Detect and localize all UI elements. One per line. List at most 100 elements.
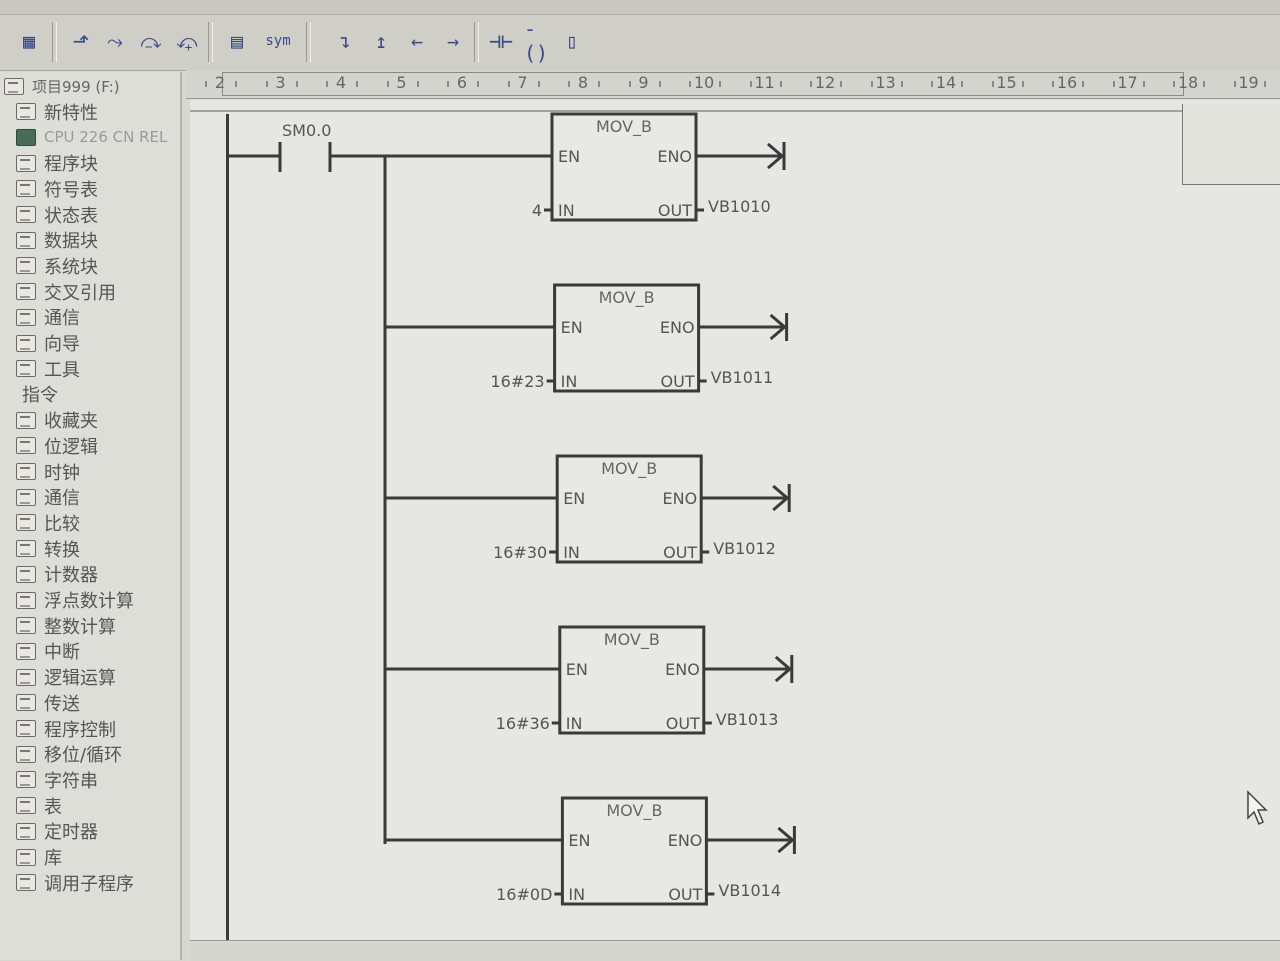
folder-icon	[16, 797, 36, 815]
tree-item[interactable]: 移位/循环	[16, 742, 122, 766]
tree-item[interactable]: 数据块	[16, 228, 98, 252]
tree-item[interactable]: 时钟	[16, 460, 80, 484]
tree-item[interactable]: 传送	[16, 691, 80, 715]
tree-item-label: 项目999 (F:)	[32, 77, 120, 96]
ladder-diagram[interactable]: SM0.0 MOV_B EN ENO IN OUT 4 VB1010 MOV_B EN ENO IN O…	[190, 100, 1280, 940]
ruler-tick	[1052, 81, 1054, 87]
in-value: 4	[532, 201, 542, 220]
line-right-icon[interactable]: →	[438, 24, 468, 58]
ruler-tick	[447, 81, 449, 87]
ruler-tick	[1233, 81, 1236, 87]
arrow-up-icon[interactable]: ⬏	[66, 24, 96, 58]
tree-item[interactable]: CPU 226 CN REL	[16, 125, 167, 149]
step-icon[interactable]: ⤳	[100, 24, 130, 58]
tree-item[interactable]: 调用子程序	[16, 871, 134, 895]
tree-item[interactable]: 浮点数计算	[16, 588, 134, 612]
tree-item[interactable]: 收藏夹	[16, 408, 98, 432]
tree-item[interactable]: 通信	[16, 305, 80, 329]
ruler-tick	[900, 81, 903, 87]
folder-icon	[16, 103, 36, 121]
tree-item[interactable]: 工具	[16, 357, 80, 381]
tree-item[interactable]: 程序控制	[16, 717, 116, 741]
tree-item[interactable]: 计数器	[16, 562, 98, 586]
ruler-tick	[749, 81, 752, 87]
folder-icon	[16, 308, 36, 326]
ruler-tick	[295, 81, 298, 87]
tree-item[interactable]: 项目999 (F:)	[4, 74, 120, 98]
tree-item-label: 调用子程序	[44, 873, 134, 895]
ruler-tick	[356, 81, 358, 87]
tree-item[interactable]: 位逻辑	[16, 434, 98, 458]
ruler-label: 4	[335, 73, 347, 92]
en-pin-label: EN	[566, 660, 588, 679]
tree-item[interactable]: 表	[16, 794, 62, 818]
tree-item-label: 转换	[44, 539, 80, 561]
step-over-icon[interactable]: ⤼	[136, 24, 166, 58]
tree-item[interactable]: 库	[16, 845, 62, 869]
contact-icon[interactable]: ⊣⊢	[484, 24, 518, 58]
out-value: VB1013	[716, 710, 779, 729]
tree-item[interactable]: 逻辑运算	[16, 665, 116, 689]
tree-item[interactable]: 整数计算	[16, 614, 116, 638]
line-up-icon[interactable]: ↥	[366, 24, 396, 58]
folder-icon	[16, 668, 36, 686]
tree-item[interactable]: 定时器	[16, 819, 98, 843]
ruler-label: 18	[1177, 73, 1199, 92]
folder-icon	[16, 771, 36, 789]
tree-item[interactable]: 通信	[16, 485, 80, 509]
network-icon[interactable]: ▤	[220, 24, 254, 58]
box-icon[interactable]: ▯	[560, 24, 584, 58]
ruler-tick	[598, 81, 600, 87]
ruler-label: 7	[517, 73, 528, 92]
tree-item-label: 交叉引用	[44, 282, 116, 304]
block-title: MOV_B	[606, 801, 662, 821]
ruler-tick	[1263, 81, 1266, 87]
eno-pin-label: ENO	[660, 318, 695, 337]
tree-item[interactable]: 交叉引用	[16, 280, 116, 304]
toolbar-separator	[306, 22, 311, 62]
folder-icon	[16, 514, 36, 532]
folder-icon	[16, 334, 36, 352]
out-pin-label: OUT	[658, 201, 692, 220]
tree-item[interactable]: 系统块	[16, 254, 98, 278]
folder-icon	[16, 283, 36, 301]
tree-item[interactable]: 比较	[16, 511, 80, 535]
ruler-tick	[416, 81, 419, 87]
tree-item[interactable]: 字符串	[16, 768, 98, 792]
ruler-label: 8	[577, 73, 589, 92]
grid-icon[interactable]: ▦	[12, 24, 46, 58]
tree-item-label: 比较	[44, 513, 80, 535]
tree-item[interactable]: 新特性	[16, 100, 98, 124]
folder-icon	[16, 565, 36, 583]
tree-item-label: 中断	[44, 642, 80, 664]
ruler-tick	[1082, 81, 1084, 87]
tree-item[interactable]: 指令	[4, 382, 58, 406]
tree-item[interactable]: 符号表	[16, 177, 98, 201]
tree-item-label: 程序块	[44, 154, 98, 176]
folder-icon	[16, 694, 36, 712]
tree-item[interactable]: 中断	[16, 639, 80, 663]
column-ruler: 23456789101112131415161718192	[186, 70, 1280, 99]
tree-item-label: 收藏夹	[44, 411, 98, 433]
tree-item-label: 指令	[22, 385, 58, 407]
coil-icon[interactable]: -()	[524, 17, 558, 65]
tree-item[interactable]: 向导	[16, 331, 80, 355]
contact-label: SM0.0	[282, 121, 331, 140]
ruler-tick	[1203, 81, 1205, 87]
line-left-icon[interactable]: ←	[402, 24, 432, 58]
eno-pin-label: ENO	[663, 489, 698, 508]
out-value: VB1011	[711, 368, 774, 387]
tree-item[interactable]: 转换	[16, 537, 80, 561]
symbol-icon[interactable]: sym	[258, 24, 298, 58]
ruler-label: 19	[1238, 73, 1259, 92]
line-down-icon[interactable]: ↴	[330, 24, 360, 58]
ruler-tick	[326, 81, 328, 87]
ruler-tick	[991, 81, 994, 87]
close-step-icon[interactable]: ⤽	[172, 24, 202, 58]
block-title: MOV_B	[596, 117, 652, 137]
ruler-tick	[507, 81, 510, 87]
ruler-tick	[205, 81, 207, 87]
ruler-label: 16	[1056, 73, 1078, 92]
tree-item[interactable]: 程序块	[16, 151, 98, 175]
tree-item[interactable]: 状态表	[16, 203, 98, 227]
